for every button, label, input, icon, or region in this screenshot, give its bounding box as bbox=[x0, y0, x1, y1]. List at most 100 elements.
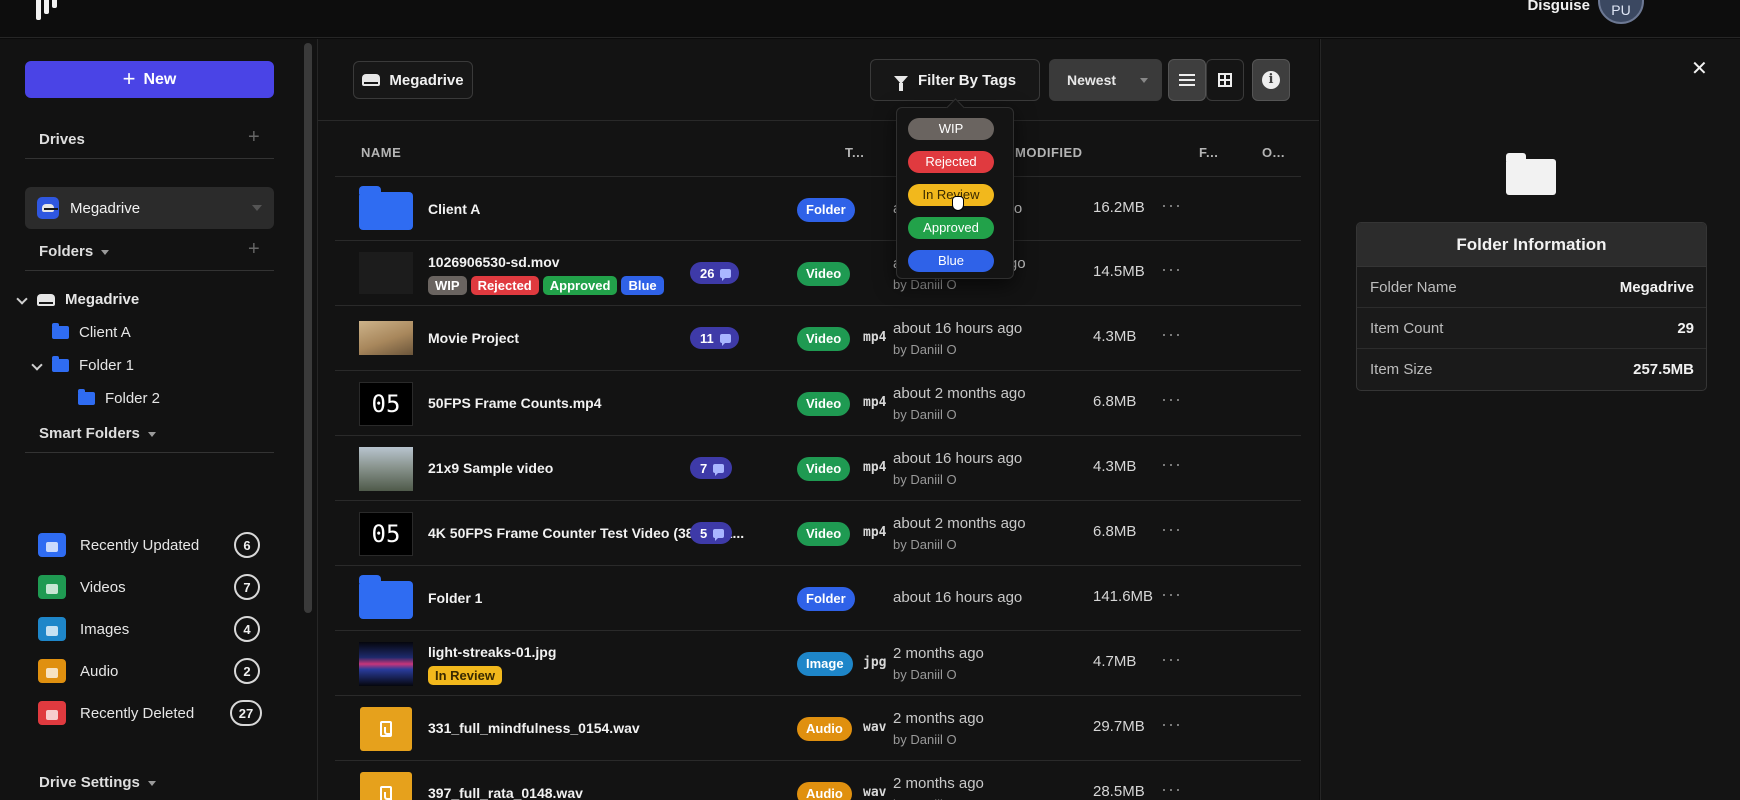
count-badge: 6 bbox=[234, 532, 260, 558]
tag-option-blue[interactable]: Blue bbox=[908, 250, 994, 272]
column-header-size[interactable]: F... bbox=[1199, 145, 1218, 160]
file-name[interactable]: 50FPS Frame Counts.mp4 bbox=[428, 395, 602, 411]
more-options-icon[interactable]: ··· bbox=[1161, 324, 1182, 345]
grid-view-button[interactable] bbox=[1206, 59, 1244, 101]
table-row[interactable]: Movie Project 11 Video mp4 about 16 hours ag… bbox=[335, 306, 1301, 371]
tree-item-folder-2[interactable]: Folder 2 bbox=[78, 389, 160, 407]
comment-count-badge[interactable]: 7 bbox=[690, 457, 733, 479]
file-size: 29.7MB bbox=[1093, 718, 1145, 735]
column-header-options[interactable]: O... bbox=[1262, 145, 1285, 160]
table-row[interactable]: 05 50FPS Frame Counts.mp4 Video mp4 about 2 … bbox=[335, 371, 1301, 436]
file-size: 6.8MB bbox=[1093, 393, 1137, 410]
smart-folder-images[interactable]: Images 4 bbox=[38, 616, 260, 642]
tag-badge[interactable]: Approved bbox=[542, 276, 618, 295]
tag-badge[interactable]: WIP bbox=[428, 276, 467, 295]
user-avatar[interactable]: PU bbox=[1598, 0, 1644, 24]
add-drive-icon[interactable]: + bbox=[248, 126, 260, 149]
table-row[interactable]: Folder 1 Folder about 16 hours ago 141.6MB ·… bbox=[335, 566, 1301, 631]
list-view-button[interactable] bbox=[1168, 59, 1206, 101]
file-size: 16.2MB bbox=[1093, 199, 1145, 216]
tag-option-approved[interactable]: Approved bbox=[908, 217, 994, 239]
more-options-icon[interactable]: ··· bbox=[1161, 389, 1182, 410]
app-logo[interactable] bbox=[36, 0, 62, 20]
breadcrumb[interactable]: Megadrive bbox=[353, 61, 473, 99]
tag-badge[interactable]: Rejected bbox=[470, 276, 539, 295]
table-row[interactable]: 1026906530-sd.mov WIP Rejected Approved Blue… bbox=[335, 241, 1301, 306]
smart-folder-recently-deleted[interactable]: Recently Deleted 27 bbox=[38, 700, 262, 726]
file-name[interactable]: Movie Project bbox=[428, 330, 519, 346]
close-icon[interactable]: ✕ bbox=[1691, 56, 1708, 81]
more-options-icon[interactable]: ··· bbox=[1161, 259, 1182, 280]
drive-selector-label: Megadrive bbox=[70, 199, 141, 217]
smart-folder-audio[interactable]: Audio 2 bbox=[38, 658, 260, 684]
top-bar: Disguise PU bbox=[0, 0, 1740, 38]
more-options-icon[interactable]: ··· bbox=[1161, 519, 1182, 540]
tree-item-folder-1[interactable]: Folder 1 bbox=[32, 356, 134, 374]
column-header-type[interactable]: T... bbox=[845, 145, 864, 160]
folders-title[interactable]: Folders bbox=[39, 243, 110, 260]
more-options-icon[interactable]: ··· bbox=[1161, 584, 1182, 605]
smart-folder-recently-updated[interactable]: Recently Updated 6 bbox=[38, 532, 260, 558]
type-badge: Folder bbox=[797, 198, 855, 222]
tree-item-megadrive[interactable]: Megadrive bbox=[17, 291, 139, 308]
file-name[interactable]: Client A bbox=[428, 201, 480, 217]
file-name[interactable]: 21x9 Sample video bbox=[428, 460, 553, 476]
comment-count-badge[interactable]: 5 bbox=[690, 522, 733, 544]
tag-option-rejected[interactable]: Rejected bbox=[908, 151, 994, 173]
file-name[interactable]: 1026906530-sd.mov bbox=[428, 254, 560, 270]
file-extension: wav bbox=[863, 785, 887, 800]
comment-count-badge[interactable]: 26 bbox=[690, 262, 740, 284]
tag-filter-dropdown: WIP Rejected In Review Approved Blue bbox=[896, 107, 1014, 279]
table-row[interactable]: 21x9 Sample video 7 Video mp4 about 16 hours… bbox=[335, 436, 1301, 501]
type-badge: Image bbox=[797, 652, 853, 676]
info-button[interactable]: i bbox=[1252, 59, 1290, 101]
folder-icon bbox=[52, 356, 69, 372]
sort-select[interactable]: Newest bbox=[1049, 59, 1162, 101]
table-row[interactable]: 397_full_rata_0148.wav Audio wav 2 months a… bbox=[335, 761, 1301, 800]
file-name[interactable]: 331_full_mindfulness_0154.wav bbox=[428, 720, 640, 736]
tag-badge[interactable]: In Review bbox=[428, 666, 502, 685]
info-key: Item Size bbox=[1370, 361, 1433, 378]
table-row[interactable]: light-streaks-01.jpg In Review Image jpg 2 m… bbox=[335, 631, 1301, 696]
column-header-modified[interactable]: MODIFIED bbox=[1015, 145, 1083, 160]
column-header-name[interactable]: NAME bbox=[361, 145, 401, 160]
comment-count: 26 bbox=[700, 265, 715, 281]
file-name[interactable]: Folder 1 bbox=[428, 590, 482, 606]
more-options-icon[interactable]: ··· bbox=[1161, 779, 1182, 800]
comment-count: 5 bbox=[700, 525, 708, 541]
smart-folders-title[interactable]: Smart Folders bbox=[39, 425, 156, 442]
folder-information-title: Folder Information bbox=[1357, 223, 1706, 267]
comment-count-badge[interactable]: 11 bbox=[690, 327, 739, 349]
modified-time: about 2 months ago bbox=[893, 515, 1026, 532]
table-row[interactable]: 331_full_mindfulness_0154.wav Audio wav 2 m… bbox=[335, 696, 1301, 761]
info-row-item-size: Item Size 257.5MB bbox=[1357, 349, 1706, 390]
table-row[interactable]: 05 4K 50FPS Frame Counter Test Video (384… bbox=[335, 501, 1301, 566]
info-value: 29 bbox=[1677, 320, 1694, 337]
file-name[interactable]: light-streaks-01.jpg bbox=[428, 644, 556, 660]
divider bbox=[318, 120, 1319, 121]
more-options-icon[interactable]: ··· bbox=[1161, 714, 1182, 735]
chevron-down-icon[interactable] bbox=[17, 295, 27, 305]
smart-folder-label: Videos bbox=[80, 578, 126, 596]
smart-folder-videos[interactable]: Videos 7 bbox=[38, 574, 260, 600]
drive-selector[interactable]: Megadrive bbox=[25, 187, 274, 229]
tree-item-client-a[interactable]: Client A bbox=[52, 323, 131, 341]
filter-by-tags-button[interactable]: Filter By Tags bbox=[870, 59, 1040, 101]
count-badge: 7 bbox=[234, 574, 260, 600]
sidebar-scrollbar[interactable] bbox=[304, 43, 312, 613]
drive-settings-title[interactable]: Drive Settings bbox=[39, 774, 156, 791]
table-row[interactable]: Client AFolderabout 16 hours ago16.2MB··… bbox=[335, 176, 1301, 241]
chevron-down-icon[interactable] bbox=[32, 361, 42, 371]
add-folder-icon[interactable]: + bbox=[248, 238, 260, 261]
new-button[interactable]: + New bbox=[25, 61, 274, 98]
more-options-icon[interactable]: ··· bbox=[1161, 195, 1182, 216]
file-name[interactable]: 397_full_rata_0148.wav bbox=[428, 785, 583, 800]
count-badge: 4 bbox=[234, 616, 260, 642]
more-options-icon[interactable]: ··· bbox=[1161, 649, 1182, 670]
tag-option-wip[interactable]: WIP bbox=[908, 118, 994, 140]
more-options-icon[interactable]: ··· bbox=[1161, 454, 1182, 475]
drives-title: Drives bbox=[39, 131, 85, 148]
smart-folder-label: Images bbox=[80, 620, 130, 638]
tag-option-in-review[interactable]: In Review bbox=[908, 184, 994, 206]
tag-badge[interactable]: Blue bbox=[621, 276, 664, 295]
